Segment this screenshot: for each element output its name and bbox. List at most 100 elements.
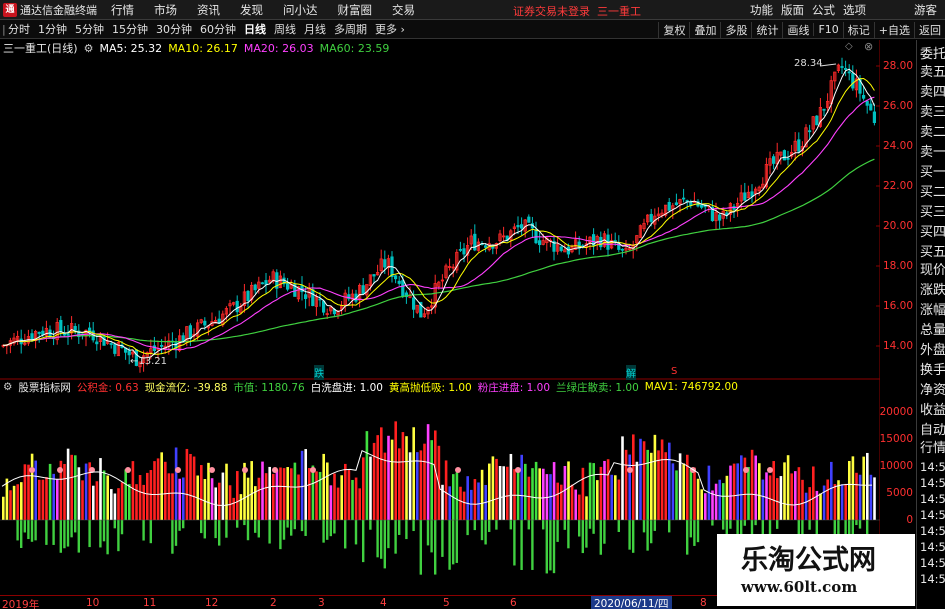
candle-body: [37, 331, 41, 334]
candle-body: [674, 202, 679, 206]
candle-body: [797, 139, 801, 152]
ma20-line: [3, 96, 875, 351]
indicator-neg-bar: [628, 520, 631, 550]
side-panel-item[interactable]: 涨跌: [920, 284, 945, 297]
side-panel-item[interactable]: 买一: [920, 166, 945, 179]
candle-body: [538, 240, 542, 246]
indicator-neg-bar: [394, 520, 397, 554]
indicator-neg-bar: [99, 520, 102, 548]
indicator-bar: [552, 462, 556, 520]
side-panel-item[interactable]: 自动: [920, 424, 945, 437]
indicator-bar: [466, 476, 469, 520]
close-icon[interactable]: ⊗: [864, 40, 873, 53]
indicator-neg-bar: [711, 520, 714, 526]
indicator-bar: [448, 486, 451, 520]
candle-body: [383, 259, 387, 268]
side-panel-item[interactable]: 14:5: [920, 557, 945, 570]
indicator-bar: [794, 471, 797, 520]
side-panel-item[interactable]: 买四: [920, 226, 945, 239]
side-panel-item[interactable]: 买二: [920, 186, 945, 199]
indicator-bar: [344, 463, 347, 520]
kline-chart[interactable]: [0, 0, 880, 595]
ma20-value: MA20: 26.03: [243, 41, 314, 55]
indicator-neg-bar: [556, 520, 559, 542]
indicator-neg-bar: [480, 520, 484, 541]
side-panel-item[interactable]: 委托: [920, 48, 945, 61]
side-panel-item[interactable]: 14:5: [920, 573, 945, 586]
indicator-neg-bar: [326, 520, 329, 540]
diamond-icon[interactable]: ◇: [845, 41, 853, 52]
side-panel-item[interactable]: 换手: [920, 364, 945, 377]
indicator-bar: [45, 477, 48, 520]
indicator-bar: [678, 453, 682, 520]
indicator-bar: [5, 478, 9, 520]
watermark-url: www.60lt.com: [741, 578, 858, 596]
side-panel-item[interactable]: 涨幅: [920, 304, 945, 317]
indicator-bar: [560, 484, 563, 520]
indicator-neg-bar: [117, 520, 120, 552]
candle-body: [246, 290, 250, 301]
indicator-neg-bar: [495, 520, 498, 530]
indicator-bar: [578, 494, 581, 520]
indicator-bar: [790, 473, 793, 520]
indicator-bar: [671, 463, 675, 520]
side-panel-item[interactable]: 卖五: [920, 66, 945, 79]
indicator-neg-bar: [419, 520, 422, 575]
candle-body: [483, 245, 488, 248]
indicator-neg-bar: [603, 520, 606, 544]
indicator-bar: [426, 424, 430, 520]
candle-body: [73, 325, 77, 331]
indicator-bar: [92, 485, 95, 520]
indicator-neg-bar: [34, 520, 37, 541]
side-panel-item[interactable]: 外盘: [920, 344, 945, 357]
settings-gear-icon[interactable]: ⚙: [84, 42, 94, 55]
side-panel-item[interactable]: 现价: [920, 264, 945, 277]
candle-body: [869, 103, 873, 111]
side-panel-item[interactable]: 14:5: [920, 509, 945, 522]
guest-label[interactable]: 游客: [914, 2, 937, 18]
indicator-bar: [221, 472, 225, 520]
indicator-bar: [408, 452, 412, 520]
indicator-neg-bar: [182, 520, 185, 529]
candle-body: [152, 345, 156, 352]
side-panel-item[interactable]: 卖四: [920, 86, 945, 99]
indicator-bar: [520, 454, 523, 520]
side-panel-item[interactable]: 14:5: [920, 461, 945, 474]
signal-s-label: S: [671, 366, 678, 377]
indicator-bar: [743, 457, 747, 520]
candle-body: [786, 157, 790, 160]
btn-back[interactable]: 返回: [914, 21, 945, 38]
indicator-neg-bar: [236, 520, 239, 528]
side-panel-item[interactable]: 卖二: [920, 126, 945, 139]
indicator-bar: [430, 440, 433, 520]
side-panel-item[interactable]: 行情: [920, 442, 945, 455]
indicator-bar: [182, 477, 185, 520]
indicator-neg-bar: [203, 520, 206, 539]
indicator-neg-bar: [63, 520, 66, 549]
indicator-f7: 兰绿庄散卖: 1.00: [556, 381, 639, 394]
side-panel-item[interactable]: 买三: [920, 206, 945, 219]
candle-body: [620, 248, 625, 251]
watermark: 乐淘公式网 www.60lt.com: [717, 534, 915, 606]
indicator-bar: [534, 461, 538, 520]
indicator-neg-bar: [729, 520, 732, 529]
side-panel-item[interactable]: 总量: [920, 324, 945, 337]
side-panel-item[interactable]: 净资: [920, 384, 945, 397]
indicator-neg-bar: [383, 520, 386, 569]
side-panel-item[interactable]: 14:5: [920, 525, 945, 538]
side-panel-item[interactable]: 卖一: [920, 146, 945, 159]
side-panel-item[interactable]: 14:5: [920, 477, 945, 490]
side-panel-item[interactable]: 卖三: [920, 106, 945, 119]
indicator-bar: [272, 473, 275, 520]
side-panel-item[interactable]: 14:5: [920, 541, 945, 554]
indicator-bar: [236, 471, 239, 520]
indicator-bar: [322, 453, 325, 520]
side-panel-item[interactable]: 14:5: [920, 493, 945, 506]
side-panel-item[interactable]: 买五: [920, 246, 945, 259]
side-panel-item[interactable]: 收益: [920, 404, 945, 417]
vol-tick: 20000: [879, 406, 913, 418]
indicator-neg-bar: [592, 520, 595, 534]
indicator-neg-bar: [513, 520, 516, 566]
indicator-neg-bar: [246, 520, 250, 541]
indicator-gear-icon[interactable]: ⚙: [3, 381, 12, 393]
